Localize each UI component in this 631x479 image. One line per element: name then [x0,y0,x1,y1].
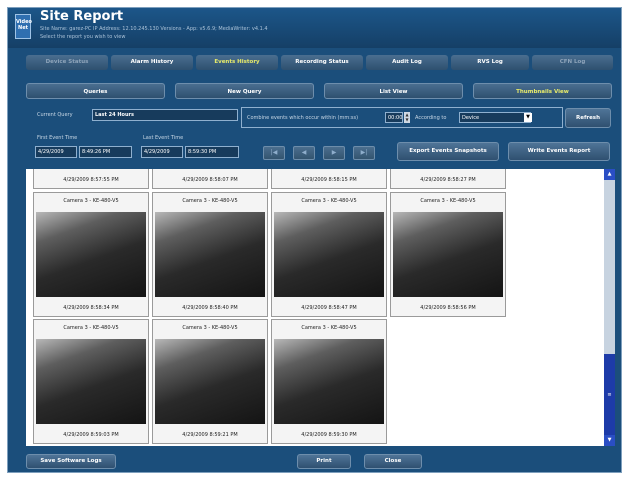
thumbnail-timestamp: 4/29/2009 8:59:30 PM [301,432,357,438]
refresh-button[interactable]: Refresh [565,108,611,128]
thumbnails-view-button[interactable]: Thumbnails View [473,83,612,99]
report-tabs: Device Status Alarm History Events Histo… [26,55,613,70]
according-to-select[interactable]: Device [459,112,531,123]
camera-snapshot-image [393,212,503,297]
thumbnail-timestamp: 4/29/2009 8:59:03 PM [63,432,119,438]
app-logo-icon: Video Net [15,14,32,39]
thumbnail-camera-label: Camera 3 - KE-480-V5 [301,198,357,204]
camera-snapshot-image [274,339,384,424]
thumbnail-timestamp: 4/29/2009 8:58:47 PM [301,305,357,311]
thumbnail-card[interactable]: Camera 3 - KE-480-V5 4/29/2009 8:58:56 P… [390,192,506,317]
export-snapshots-button[interactable]: Export Events Snapshots [397,142,499,161]
close-button[interactable]: Close [364,454,422,469]
last-page-icon[interactable]: ▶| [353,146,375,160]
thumbnail-camera-label: Camera 3 - KE-480-V5 [63,325,119,331]
last-event-label: Last Event Time [143,135,184,141]
thumbnail-card[interactable]: Camera 3 - KE-480-V5 4/29/2009 8:58:40 P… [152,192,268,317]
site-report-window: Video Net Site Report Site Name: garez-P… [7,7,622,473]
thumbnail-timestamp: 4/29/2009 8:58:34 PM [63,305,119,311]
site-info-text: Site Name: garez-PC IP Address: 12.10.24… [40,26,268,32]
thumbnail-camera-label: Camera 3 - KE-480-V5 [301,325,357,331]
tab-cfn-log[interactable]: CFN Log [532,55,613,70]
scroll-down-icon[interactable]: ▼ [604,435,615,446]
page-title: Site Report [40,9,124,24]
first-event-time-field: 8:49:26 PM [79,146,132,158]
thumbnail-camera-label: Camera 3 - KE-480-V5 [182,325,238,331]
thumbnail-card[interactable]: 4/29/2009 8:58:07 PM [152,169,268,189]
write-events-report-button[interactable]: Write Events Report [508,142,610,161]
new-query-button[interactable]: New Query [175,83,314,99]
last-event-date-field: 4/29/2009 [141,146,183,158]
last-event-time-field: 8:59:30 PM [185,146,239,158]
combine-events-box: Combine events which occur within (mm:ss… [241,107,563,128]
combine-interval-input[interactable]: 00:00 [385,112,403,123]
thumbnail-timestamp: 4/29/2009 8:58:15 PM [301,177,357,183]
current-query-field: Last 24 Hours [92,109,238,121]
tab-audit-log[interactable]: Audit Log [366,55,448,70]
camera-snapshot-image [36,212,146,297]
thumbnail-timestamp: 4/29/2009 8:59:21 PM [182,432,238,438]
according-to-label: According to [415,115,447,121]
tab-alarm-history[interactable]: Alarm History [111,55,193,70]
camera-snapshot-image [36,339,146,424]
tab-device-status[interactable]: Device Status [26,55,108,70]
print-button[interactable]: Print [297,454,351,469]
scroll-up-icon[interactable]: ▲ [604,169,615,180]
list-view-button[interactable]: List View [324,83,463,99]
current-query-label: Current Query [37,112,73,118]
save-software-logs-button[interactable]: Save Software Logs [26,454,116,469]
chevron-down-icon[interactable]: ▼ [524,113,532,122]
thumbnail-card[interactable]: Camera 3 - KE-480-V5 4/29/2009 8:58:34 P… [33,192,149,317]
first-event-date-field: 4/29/2009 [35,146,77,158]
thumbnail-card[interactable]: 4/29/2009 8:58:15 PM [271,169,387,189]
camera-snapshot-image [274,212,384,297]
camera-snapshot-image [155,339,265,424]
thumbnail-camera-label: Camera 3 - KE-480-V5 [420,198,476,204]
first-page-icon[interactable]: |◀ [263,146,285,160]
thumbnail-timestamp: 4/29/2009 8:58:27 PM [420,177,476,183]
thumbnail-camera-label: Camera 3 - KE-480-V5 [63,198,119,204]
header-bar: Video Net Site Report Site Name: garez-P… [8,8,621,48]
tab-events-history[interactable]: Events History [196,55,278,70]
scroll-thumb[interactable]: ≡ [604,354,615,435]
thumbnail-card[interactable]: Camera 3 - KE-480-V5 4/29/2009 8:59:30 P… [271,319,387,444]
combine-label: Combine events which occur within (mm:ss… [247,115,359,121]
instruction-text: Select the report you wish to view [40,34,126,40]
thumbnail-timestamp: 4/29/2009 8:57:55 PM [63,177,119,183]
thumbnail-card[interactable]: Camera 3 - KE-480-V5 4/29/2009 8:58:47 P… [271,192,387,317]
tab-recording-status[interactable]: Recording Status [281,55,363,70]
thumbnail-timestamp: 4/29/2009 8:58:56 PM [420,305,476,311]
scroll-grip-icon: ≡ [607,392,612,398]
camera-snapshot-image [155,212,265,297]
thumbnails-panel: 4/29/2009 8:57:55 PM 4/29/2009 8:58:07 P… [26,169,615,446]
thumbnail-card[interactable]: Camera 3 - KE-480-V5 4/29/2009 8:59:21 P… [152,319,268,444]
prev-page-icon[interactable]: ◀ [293,146,315,160]
interval-spinner-icon[interactable]: ▲ ▼ [404,112,410,123]
vertical-scrollbar[interactable]: ▲ ≡ ▼ [604,169,615,446]
thumbnail-card[interactable]: 4/29/2009 8:58:27 PM [390,169,506,189]
thumbnail-camera-label: Camera 3 - KE-480-V5 [182,198,238,204]
first-event-label: First Event Time [37,135,78,141]
next-page-icon[interactable]: ▶ [323,146,345,160]
tab-rvs-log[interactable]: RVS Log [451,55,529,70]
queries-button[interactable]: Queries [26,83,165,99]
thumbnail-timestamp: 4/29/2009 8:58:40 PM [182,305,238,311]
thumbnail-card[interactable]: Camera 3 - KE-480-V5 4/29/2009 8:59:03 P… [33,319,149,444]
thumbnail-timestamp: 4/29/2009 8:58:07 PM [182,177,238,183]
thumbnail-card[interactable]: 4/29/2009 8:57:55 PM [33,169,149,189]
